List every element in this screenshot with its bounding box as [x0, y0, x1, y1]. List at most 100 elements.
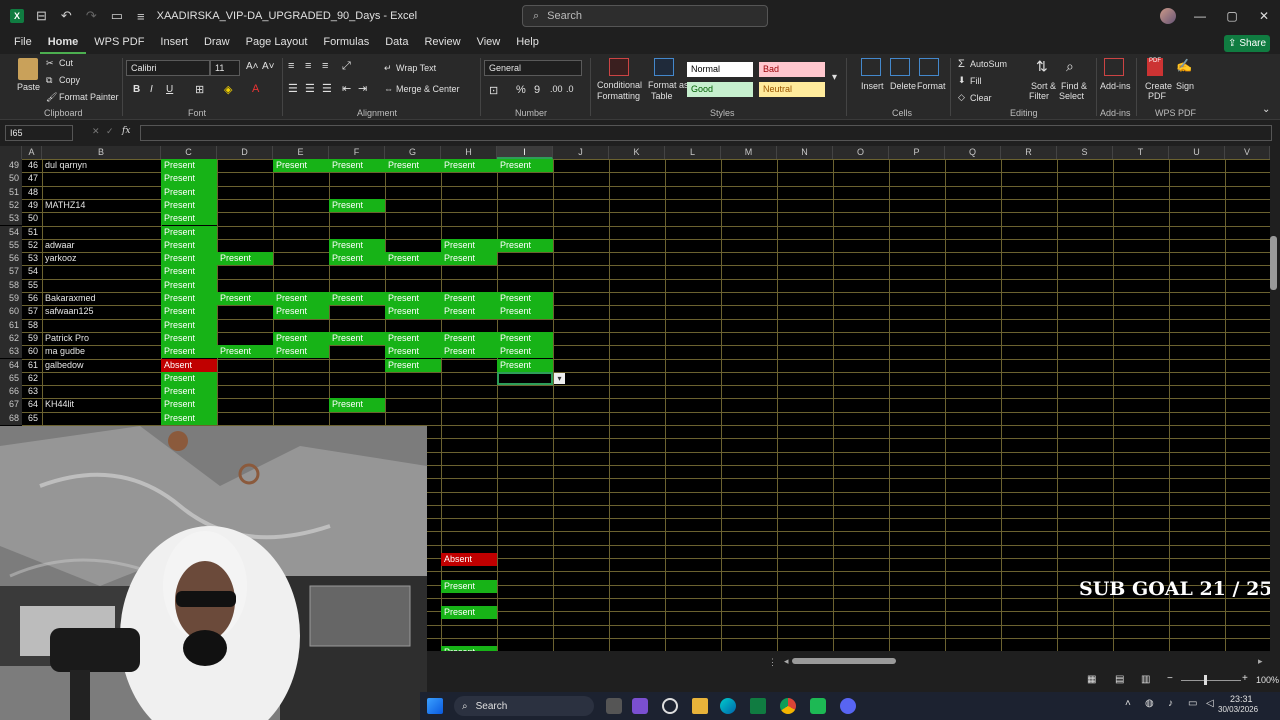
table-cell[interactable]: KH44lit — [42, 398, 161, 411]
status-present-cell[interactable]: Present — [273, 305, 329, 319]
row-header[interactable]: 57 — [0, 265, 22, 279]
status-present-cell[interactable]: Present — [497, 292, 553, 306]
delete-cells-button[interactable]: Delete — [890, 81, 916, 91]
sign-icon[interactable]: ✍ — [1176, 58, 1192, 74]
sheet-tab-splitter-icon[interactable]: ⋮ — [768, 657, 777, 668]
fill-color-icon[interactable]: ◈ — [224, 83, 232, 96]
add-ins-icon[interactable] — [1104, 58, 1124, 76]
status-present-cell[interactable]: Present — [217, 252, 273, 266]
row-header[interactable]: 67 — [0, 398, 22, 412]
widgets-icon[interactable] — [662, 698, 678, 714]
orientation-icon[interactable]: ⤢ — [342, 60, 351, 73]
excel-taskbar-icon[interactable] — [750, 698, 766, 714]
insert-cells-button[interactable]: Insert — [861, 81, 884, 91]
accounting-icon[interactable]: ⊡ — [489, 84, 498, 97]
status-present-cell[interactable]: Present — [161, 305, 217, 319]
table-cell[interactable]: 46 — [22, 159, 42, 172]
borders-icon[interactable]: ⊞ — [195, 83, 204, 96]
page-break-view-icon[interactable]: ▥ — [1141, 674, 1150, 685]
status-present-cell[interactable]: Present — [441, 238, 497, 253]
row-header[interactable]: 63 — [0, 345, 22, 359]
status-absent-cell[interactable]: Absent — [441, 553, 497, 567]
display-icon[interactable]: ▭ — [1188, 698, 1197, 709]
status-present-cell[interactable]: Present — [161, 411, 217, 425]
insert-function-icon[interactable]: fx — [122, 126, 130, 136]
status-present-cell[interactable]: Present — [161, 292, 217, 306]
tab-page-layout[interactable]: Page Layout — [238, 32, 316, 54]
tab-insert[interactable]: Insert — [152, 32, 196, 54]
column-header-n[interactable]: N — [777, 146, 833, 159]
status-present-cell[interactable]: Present — [161, 265, 217, 279]
format-painter-icon[interactable]: 🖌 — [46, 92, 57, 103]
tab-wps-pdf[interactable]: WPS PDF — [86, 32, 152, 54]
column-header-p[interactable]: P — [889, 146, 945, 159]
status-present-cell[interactable]: Present — [441, 345, 497, 359]
table-cell[interactable]: 50 — [22, 212, 42, 225]
status-present-cell[interactable]: Present — [329, 198, 385, 213]
table-cell[interactable]: dul qarnyn — [42, 159, 161, 172]
status-present-cell[interactable]: Present — [329, 252, 385, 266]
style-bad[interactable]: Bad — [759, 62, 825, 77]
cancel-entry-icon[interactable]: ✕ — [92, 126, 100, 137]
close-icon[interactable]: ✕ — [1248, 0, 1280, 32]
column-header-k[interactable]: K — [609, 146, 665, 159]
status-present-cell[interactable]: Present — [497, 345, 553, 359]
align-left-icon[interactable]: ☰ — [288, 82, 298, 95]
fill-icon[interactable]: ⬇ — [958, 75, 966, 86]
cut-icon[interactable]: ✂ — [46, 58, 54, 69]
align-top-icon[interactable]: ≡ — [288, 60, 294, 72]
open-folder-icon[interactable]: ▭ — [111, 8, 123, 24]
row-header[interactable]: 64 — [0, 358, 22, 372]
column-header-q[interactable]: Q — [945, 146, 1001, 159]
taskbar-search[interactable]: ⌕ Search — [454, 696, 594, 716]
row-header[interactable]: 49 — [0, 159, 22, 173]
status-present-cell[interactable]: Present — [441, 606, 497, 620]
align-middle-icon[interactable]: ≡ — [305, 60, 311, 72]
status-present-cell[interactable]: Present — [161, 252, 217, 266]
table-cell[interactable]: safwaan125 — [42, 305, 161, 318]
status-present-cell[interactable]: Present — [329, 238, 385, 253]
sort-filter-label[interactable]: Sort & — [1031, 81, 1056, 91]
scroll-right-icon[interactable]: ▸ — [1258, 656, 1263, 667]
clear-icon[interactable]: ◇ — [958, 92, 965, 103]
paste-icon[interactable] — [18, 58, 38, 80]
tray-overflow-icon[interactable]: ˄ — [1125, 698, 1131, 709]
table-cell[interactable]: 63 — [22, 385, 42, 398]
tab-review[interactable]: Review — [416, 32, 468, 54]
decrease-font-icon[interactable]: A˅ — [262, 61, 275, 72]
autosave-icon[interactable]: ⊟ — [36, 8, 47, 24]
column-header-e[interactable]: E — [273, 146, 329, 159]
status-present-cell[interactable]: Present — [161, 318, 217, 332]
decrease-decimal-icon[interactable]: .0 — [566, 84, 574, 94]
format-cells-icon[interactable] — [919, 58, 939, 76]
user-avatar[interactable] — [1160, 8, 1176, 24]
status-present-cell[interactable]: Present — [441, 305, 497, 319]
format-cells-button[interactable]: Format — [917, 81, 946, 91]
windows-start-icon[interactable] — [427, 698, 443, 714]
format-painter-button[interactable]: Format Painter — [59, 92, 119, 102]
status-absent-cell[interactable]: Absent — [161, 358, 217, 372]
column-header-o[interactable]: O — [833, 146, 889, 159]
font-color-icon[interactable]: A — [252, 83, 259, 95]
column-header-u[interactable]: U — [1169, 146, 1225, 159]
column-header-j[interactable]: J — [553, 146, 609, 159]
cut-button[interactable]: Cut — [59, 58, 73, 68]
tab-draw[interactable]: Draw — [196, 32, 238, 54]
title-search-box[interactable]: ⌕ Search — [522, 5, 768, 27]
clock-date[interactable]: 30/03/2026 — [1218, 705, 1258, 714]
column-header-g[interactable]: G — [385, 146, 441, 159]
tab-formulas[interactable]: Formulas — [315, 32, 377, 54]
share-button[interactable]: ⇪ Share — [1224, 35, 1270, 52]
autosum-button[interactable]: AutoSum — [970, 59, 1007, 69]
microphone-icon[interactable]: ♪ — [1168, 698, 1173, 709]
row-header[interactable]: 59 — [0, 292, 22, 306]
font-size-select[interactable]: 11 — [210, 60, 240, 76]
bold-icon[interactable]: B — [133, 84, 140, 95]
conditional-formatting-label[interactable]: Conditional — [597, 80, 642, 90]
status-present-cell[interactable]: Present — [217, 345, 273, 359]
paste-button[interactable]: Paste — [17, 82, 40, 92]
vertical-scroll-thumb[interactable] — [1270, 236, 1277, 290]
row-header[interactable]: 51 — [0, 185, 22, 199]
tab-view[interactable]: View — [469, 32, 509, 54]
font-name-select[interactable]: Calibri — [126, 60, 210, 76]
